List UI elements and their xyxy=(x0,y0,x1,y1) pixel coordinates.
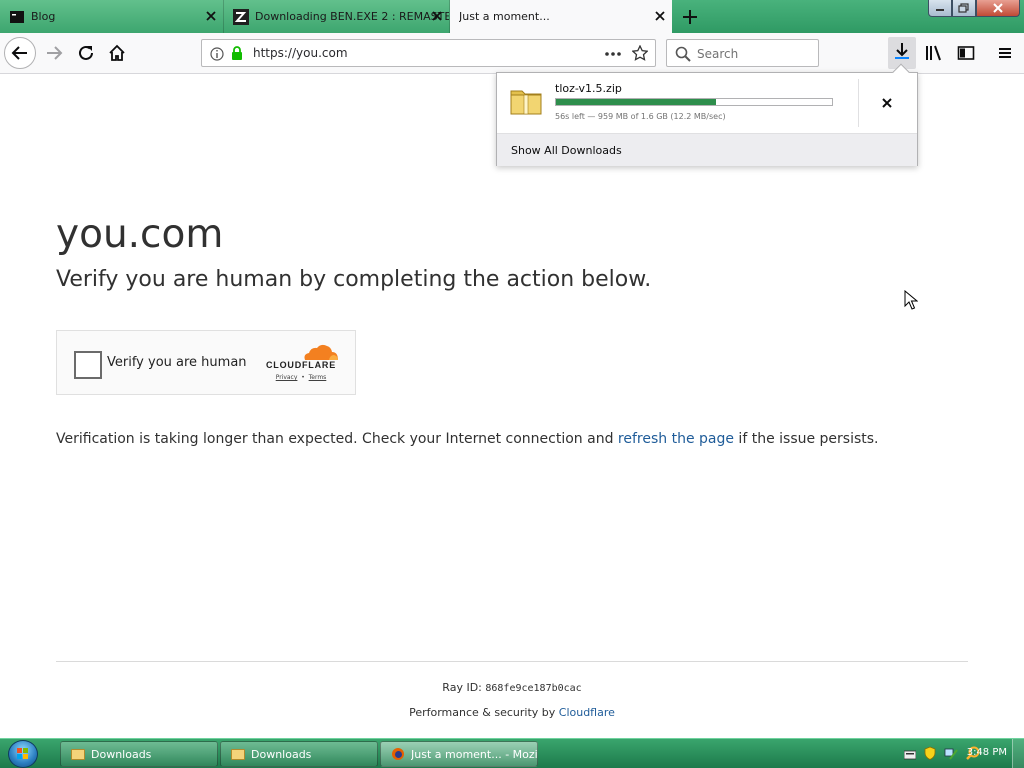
download-status: 56s left — 959 MB of 1.6 GB (12.2 MB/sec… xyxy=(555,112,726,121)
terminal-icon xyxy=(9,9,25,25)
performance-line: Performance & security by Cloudflare xyxy=(0,706,1024,719)
tab-blog[interactable]: Blog xyxy=(0,0,224,33)
taskbar-item-downloads[interactable]: Downloads xyxy=(60,741,218,767)
cf-links: Privacy • Terms xyxy=(261,374,341,381)
search-icon xyxy=(675,46,691,66)
cloudflare-wordmark: CLOUDFLARE xyxy=(266,360,336,370)
download-filename: tloz-v1.5.zip xyxy=(555,82,622,95)
close-window-button[interactable] xyxy=(976,0,1020,17)
download-progress-fill xyxy=(556,99,717,105)
cloudflare-logo: CLOUDFLARE Privacy • Terms xyxy=(261,343,341,383)
shield-icon[interactable] xyxy=(924,745,936,764)
cloudflare-link[interactable]: Cloudflare xyxy=(559,706,615,719)
windows-logo-icon xyxy=(17,748,28,759)
search-placeholder: Search xyxy=(697,47,739,61)
reload-icon[interactable] xyxy=(74,41,98,65)
verify-checkbox[interactable] xyxy=(74,351,102,379)
terms-link[interactable]: Terms xyxy=(309,374,327,381)
home-icon[interactable] xyxy=(105,41,129,65)
info-icon[interactable] xyxy=(210,46,224,65)
restore-button[interactable] xyxy=(952,0,976,17)
folder-icon xyxy=(231,748,245,760)
cloudflare-challenge-widget: Verify you are human CLOUDFLARE Privacy … xyxy=(56,330,356,395)
site-title: you.com xyxy=(56,212,224,257)
page-subtitle: Verify you are human by completing the a… xyxy=(56,267,652,292)
url-bar[interactable]: https://you.com xyxy=(201,39,656,67)
taskbar-clock[interactable]: 3:48 PM xyxy=(967,747,1007,758)
mouse-cursor-icon xyxy=(904,289,919,314)
show-desktop-button[interactable] xyxy=(1012,739,1024,768)
taskbar-item-label: Downloads xyxy=(91,747,152,761)
show-all-downloads-label: Show All Downloads xyxy=(511,144,622,157)
taskbar-item-downloads-2[interactable]: Downloads xyxy=(220,741,378,767)
tab-label: Just a moment... xyxy=(459,10,550,23)
ray-id-value: 868fe9ce187b0cac xyxy=(485,683,582,694)
tab-label: Downloading BEN.EXE 2 : REMASTERED xyxy=(255,10,449,23)
windows-taskbar: Downloads Downloads Just a moment... - M… xyxy=(0,738,1024,768)
minimize-button[interactable] xyxy=(928,0,952,17)
taskbar-item-firefox[interactable]: Just a moment... - Mozilla Firefox xyxy=(380,741,538,767)
taskbar-item-label: Just a moment... - Mozilla Firefox xyxy=(411,747,537,761)
zigzag-logo-icon xyxy=(233,8,249,25)
downloads-panel: tloz-v1.5.zip 56s left — 959 MB of 1.6 G… xyxy=(496,63,918,166)
new-tab-plus-icon[interactable] xyxy=(680,7,700,27)
sidebar-icon[interactable] xyxy=(954,41,978,65)
back-arrow-icon[interactable] xyxy=(4,37,36,69)
cancel-download-icon[interactable] xyxy=(877,93,897,113)
verify-label: Verify you are human xyxy=(107,355,247,370)
divider xyxy=(858,79,859,127)
firefox-icon xyxy=(391,747,405,761)
lock-icon[interactable] xyxy=(230,45,244,65)
zip-file-icon xyxy=(510,85,542,119)
close-tab-icon[interactable] xyxy=(652,8,668,24)
keyboard-icon[interactable] xyxy=(903,745,917,764)
window-controls xyxy=(928,0,1020,17)
privacy-link[interactable]: Privacy xyxy=(276,374,298,381)
hamburger-menu-icon[interactable] xyxy=(993,41,1017,65)
url-text: https://you.com xyxy=(253,46,348,60)
library-icon[interactable] xyxy=(922,41,946,65)
cloud-icon xyxy=(304,344,338,360)
message-text-end: if the issue persists. xyxy=(733,431,879,447)
tab-just-a-moment[interactable]: Just a moment... xyxy=(450,0,672,33)
footer-divider xyxy=(56,661,968,662)
refresh-page-link[interactable]: refresh the page xyxy=(618,431,734,447)
ray-id-line: Ray ID: 868fe9ce187b0cac xyxy=(0,681,1024,694)
forward-arrow-icon[interactable] xyxy=(42,41,66,65)
tab-strip: Blog Downloading BEN.EXE 2 : REMASTERED … xyxy=(0,0,1024,33)
taskbar-item-label: Downloads xyxy=(251,747,312,761)
download-progress-bar xyxy=(555,98,833,106)
folder-icon xyxy=(71,748,85,760)
bookmark-star-icon[interactable] xyxy=(631,44,649,65)
search-input[interactable]: Search xyxy=(666,39,819,67)
start-button[interactable] xyxy=(8,740,38,768)
navigation-toolbar: https://you.com Search xyxy=(0,33,1024,74)
network-icon[interactable] xyxy=(944,745,958,764)
download-arrow-icon xyxy=(893,41,911,65)
page-actions-icon[interactable] xyxy=(604,46,622,65)
verification-message: Verification is taking longer than expec… xyxy=(56,431,879,447)
close-tab-icon[interactable] xyxy=(203,8,219,24)
ray-id-label: Ray ID: xyxy=(442,681,486,694)
close-tab-icon[interactable] xyxy=(429,8,445,24)
perf-text: Performance & security by xyxy=(409,706,559,719)
tab-downloading-ben[interactable]: Downloading BEN.EXE 2 : REMASTERED xyxy=(224,0,450,33)
link-separator: • xyxy=(301,374,305,381)
show-all-downloads-button[interactable]: Show All Downloads xyxy=(497,133,917,166)
tab-label: Blog xyxy=(31,10,56,23)
message-text: Verification is taking longer than expec… xyxy=(56,431,618,447)
